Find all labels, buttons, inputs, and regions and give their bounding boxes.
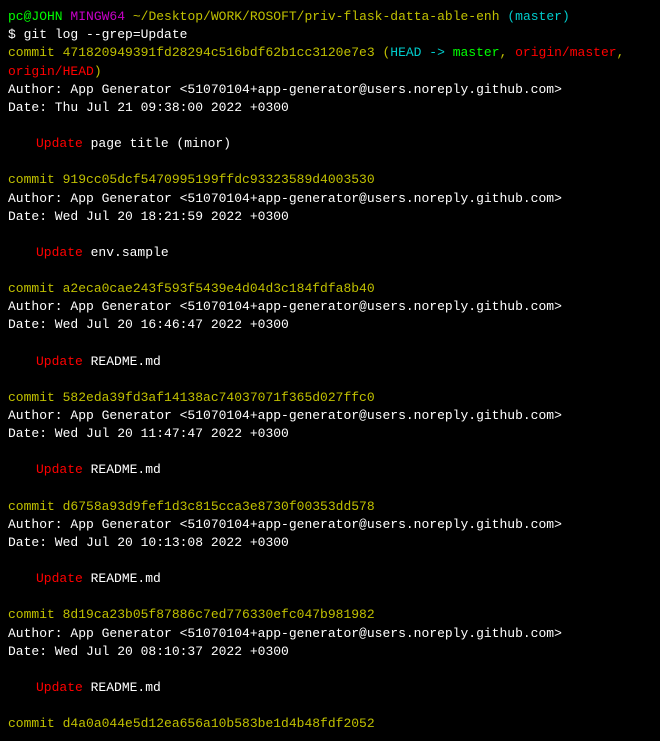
msg-rest: README.md [91, 680, 161, 695]
head-ref: HEAD -> [390, 45, 452, 60]
commit-hash: d6758a93d9fef1d3c815cca3e8730f00353dd578 [63, 499, 375, 514]
msg-keyword: Update [36, 136, 91, 151]
commit-header: commit 919cc05dcf5470995199ffdc93323589d… [8, 171, 652, 189]
msg-rest: README.md [91, 571, 161, 586]
commit-author: Author: App Generator <51070104+app-gene… [8, 625, 652, 643]
blank-line [8, 697, 652, 715]
blank-line [8, 443, 652, 461]
origin-head-ref: origin/HEAD [8, 64, 94, 79]
msg-rest: README.md [91, 354, 161, 369]
commit-header: commit d6758a93d9fef1d3c815cca3e8730f003… [8, 498, 652, 516]
commit-author: Author: App Generator <51070104+app-gene… [8, 190, 652, 208]
blank-line [8, 588, 652, 606]
origin-master-ref: origin/master [515, 45, 616, 60]
refs-close: ) [94, 64, 102, 79]
blank-line [8, 226, 652, 244]
commit-message: Update README.md [8, 353, 652, 371]
blank-line [8, 117, 652, 135]
command-prefix: $ [8, 27, 24, 42]
commit-date: Date: Wed Jul 20 10:13:08 2022 +0300 [8, 534, 652, 552]
commit-hash: 582eda39fd3af14138ac74037071f365d027ffc0 [63, 390, 375, 405]
commit-author: Author: App Generator <51070104+app-gene… [8, 81, 652, 99]
branch-close: ) [562, 9, 570, 24]
commit-hash: d4a0a044e5d12ea656a10b583be1d4b48fdf2052 [63, 716, 375, 731]
ref-sep: , [500, 45, 516, 60]
commit-date: Date: Wed Jul 20 18:21:59 2022 +0300 [8, 208, 652, 226]
command-text: git log --grep=Update [24, 27, 188, 42]
prompt-user: pc@JOHN [8, 9, 63, 24]
msg-keyword: Update [36, 354, 91, 369]
commit-author: Author: App Generator <51070104+app-gene… [8, 516, 652, 534]
commit-hash: 919cc05dcf5470995199ffdc93323589d4003530 [63, 172, 375, 187]
prompt-path: ~/Desktop/WORK/ROSOFT/priv-flask-datta-a… [133, 9, 500, 24]
blank-line [8, 371, 652, 389]
commit-date: Date: Wed Jul 20 11:47:47 2022 +0300 [8, 425, 652, 443]
commit-hash: 471820949391fd28294c516bdf62b1cc3120e7e3 [63, 45, 375, 60]
refs-open: ( [375, 45, 391, 60]
commit-header: commit 8d19ca23b05f87886c7ed776330efc047… [8, 606, 652, 624]
commit-message: Update page title (minor) [8, 135, 652, 153]
msg-rest: page title (minor) [91, 136, 231, 151]
blank-line [8, 661, 652, 679]
branch-open: ( [507, 9, 515, 24]
ref-sep: , [617, 45, 625, 60]
commit-label: commit [8, 607, 63, 622]
commit-hash: 8d19ca23b05f87886c7ed776330efc047b981982 [63, 607, 375, 622]
msg-rest: README.md [91, 462, 161, 477]
commit-date: Date: Wed Jul 20 16:46:47 2022 +0300 [8, 316, 652, 334]
commit-author: Author: App Generator <51070104+app-gene… [8, 407, 652, 425]
msg-keyword: Update [36, 245, 91, 260]
commit-label: commit [8, 390, 63, 405]
commit-hash: a2eca0cae243f593f5439e4d04d3c184fdfa8b40 [63, 281, 375, 296]
commit-label: commit [8, 281, 63, 296]
commit-label: commit [8, 499, 63, 514]
prompt-line: pc@JOHN MINGW64 ~/Desktop/WORK/ROSOFT/pr… [8, 8, 652, 26]
msg-keyword: Update [36, 571, 91, 586]
commit-header: commit 471820949391fd28294c516bdf62b1cc3… [8, 44, 652, 80]
prompt-host: MINGW64 [70, 9, 125, 24]
blank-line [8, 262, 652, 280]
blank-line [8, 480, 652, 498]
master-ref: master [453, 45, 500, 60]
command-line[interactable]: $ git log --grep=Update [8, 26, 652, 44]
commit-message: Update env.sample [8, 244, 652, 262]
commit-label: commit [8, 172, 63, 187]
commit-author: Author: App Generator <51070104+app-gene… [8, 298, 652, 316]
prompt-branch: master [515, 9, 562, 24]
msg-keyword: Update [36, 462, 91, 477]
blank-line [8, 153, 652, 171]
commit-header: commit 582eda39fd3af14138ac74037071f365d… [8, 389, 652, 407]
msg-rest: env.sample [91, 245, 169, 260]
commit-header: commit a2eca0cae243f593f5439e4d04d3c184f… [8, 280, 652, 298]
commit-date: Date: Thu Jul 21 09:38:00 2022 +0300 [8, 99, 652, 117]
blank-line [8, 335, 652, 353]
commit-message: Update README.md [8, 570, 652, 588]
commit-message: Update README.md [8, 679, 652, 697]
commit-message: Update README.md [8, 461, 652, 479]
blank-line [8, 552, 652, 570]
commit-header: commit d4a0a044e5d12ea656a10b583be1d4b48… [8, 715, 652, 733]
commit-label: commit [8, 45, 63, 60]
msg-keyword: Update [36, 680, 91, 695]
commit-date: Date: Wed Jul 20 08:10:37 2022 +0300 [8, 643, 652, 661]
commit-label: commit [8, 716, 63, 731]
